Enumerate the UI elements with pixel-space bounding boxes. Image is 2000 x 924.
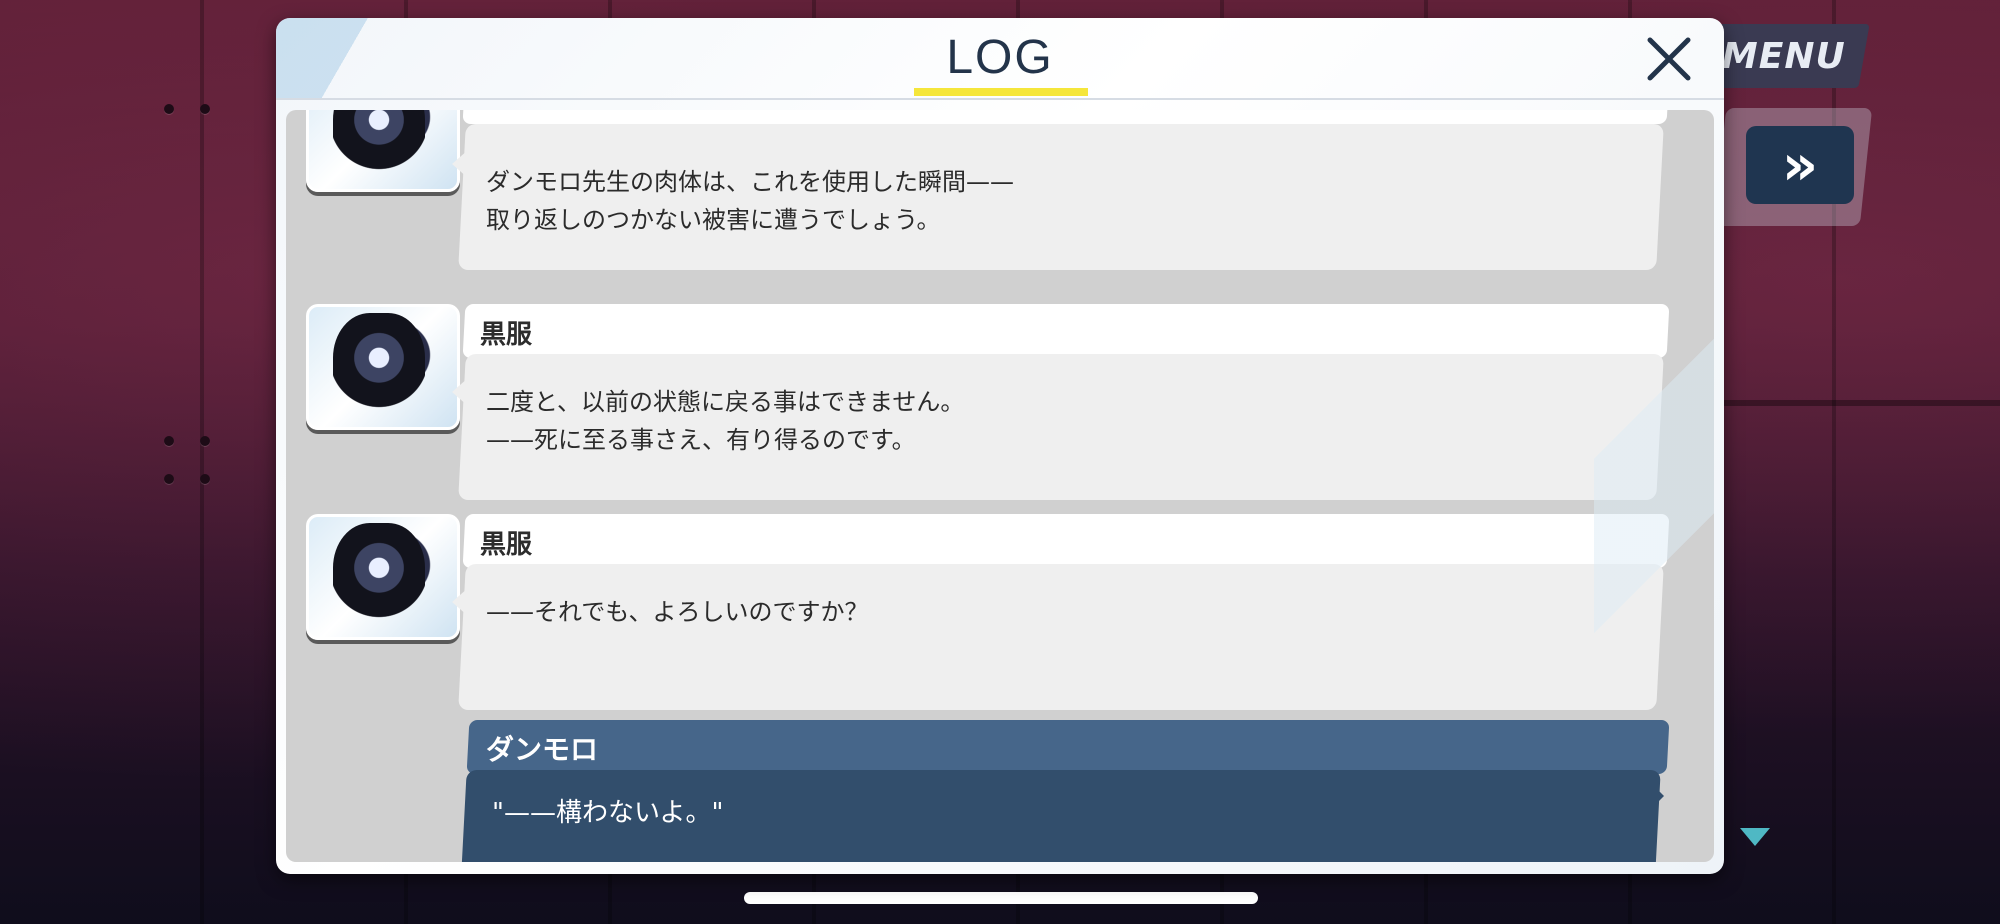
- speaker-avatar: [306, 110, 460, 192]
- player-speaker-name: ダンモロ: [486, 733, 599, 766]
- avatar-portrait: [333, 313, 425, 425]
- background-rivet: [200, 474, 210, 484]
- bubble-tail: [452, 150, 468, 178]
- speaker-avatar: [306, 514, 460, 640]
- bubble-tail: [452, 588, 468, 616]
- speaker-name: 黒服: [480, 530, 533, 560]
- home-indicator[interactable]: [744, 892, 1258, 904]
- avatar-portrait: [333, 523, 425, 635]
- dialogue-line: ——死に至る事さえ、有り得るのです。: [486, 426, 916, 454]
- title-underline: [914, 88, 1088, 96]
- menu-label: MENU: [1722, 35, 1846, 77]
- dialogue-line: ——それでも、よろしいのですか？: [486, 598, 869, 626]
- log-title: LOG: [946, 31, 1054, 84]
- avatar-portrait: [333, 110, 425, 187]
- player-dialogue-line: "——構わないよ。": [492, 798, 724, 828]
- dialogue-bubble: [458, 564, 1664, 710]
- log-entry: ダンモロ先生の肉体は、これを使用した瞬間—— 取り返しのつかない被害に遭うでしょ…: [286, 110, 1714, 318]
- close-icon: [1647, 37, 1691, 81]
- dialogue-line: 取り返しのつかない被害に遭うでしょう。: [486, 206, 941, 234]
- log-dialog: LOG ダンモロ先生の肉体は、これを使用した瞬間—— 取り返しのつかない被害に遭…: [276, 18, 1724, 874]
- bubble-tail: [452, 378, 468, 406]
- background-rivet: [164, 436, 174, 446]
- dialogue-line: ダンモロ先生の肉体は、これを使用した瞬間——: [486, 168, 1014, 196]
- close-button[interactable]: [1640, 30, 1698, 88]
- player-name-plate: [466, 720, 1670, 774]
- speaker-name: 黒服: [480, 320, 533, 350]
- log-scroll-area[interactable]: ダンモロ先生の肉体は、これを使用した瞬間—— 取り返しのつかない被害に遭うでしょ…: [286, 110, 1714, 862]
- log-entry: 黒服 ——それでも、よろしいのですか？: [286, 514, 1714, 724]
- log-entry: 黒服 二度と、以前の状態に戻る事はできません。 ——死に至る事さえ、有り得るので…: [286, 304, 1714, 514]
- log-header: LOG: [276, 18, 1724, 100]
- fast-forward-icon: »: [1781, 132, 1819, 198]
- name-plate: [462, 110, 1670, 124]
- dialogue-bubble: [458, 124, 1664, 270]
- background-rivet: [200, 436, 210, 446]
- scroll-down-arrow-icon: [1740, 828, 1770, 846]
- menu-button[interactable]: MENU: [1706, 24, 1870, 88]
- name-plate: [462, 304, 1670, 358]
- dialogue-line: 二度と、以前の状態に戻る事はできません。: [486, 388, 965, 416]
- background-rivet: [164, 104, 174, 114]
- log-entry-player: ダンモロ "——構わないよ。": [286, 720, 1714, 862]
- speaker-avatar: [306, 304, 460, 430]
- name-plate: [462, 514, 1670, 568]
- background-rivet: [164, 474, 174, 484]
- skip-button[interactable]: »: [1746, 126, 1854, 204]
- background-rivet: [200, 104, 210, 114]
- background-strip: [1720, 400, 2000, 406]
- player-bubble-tail: [1650, 782, 1664, 810]
